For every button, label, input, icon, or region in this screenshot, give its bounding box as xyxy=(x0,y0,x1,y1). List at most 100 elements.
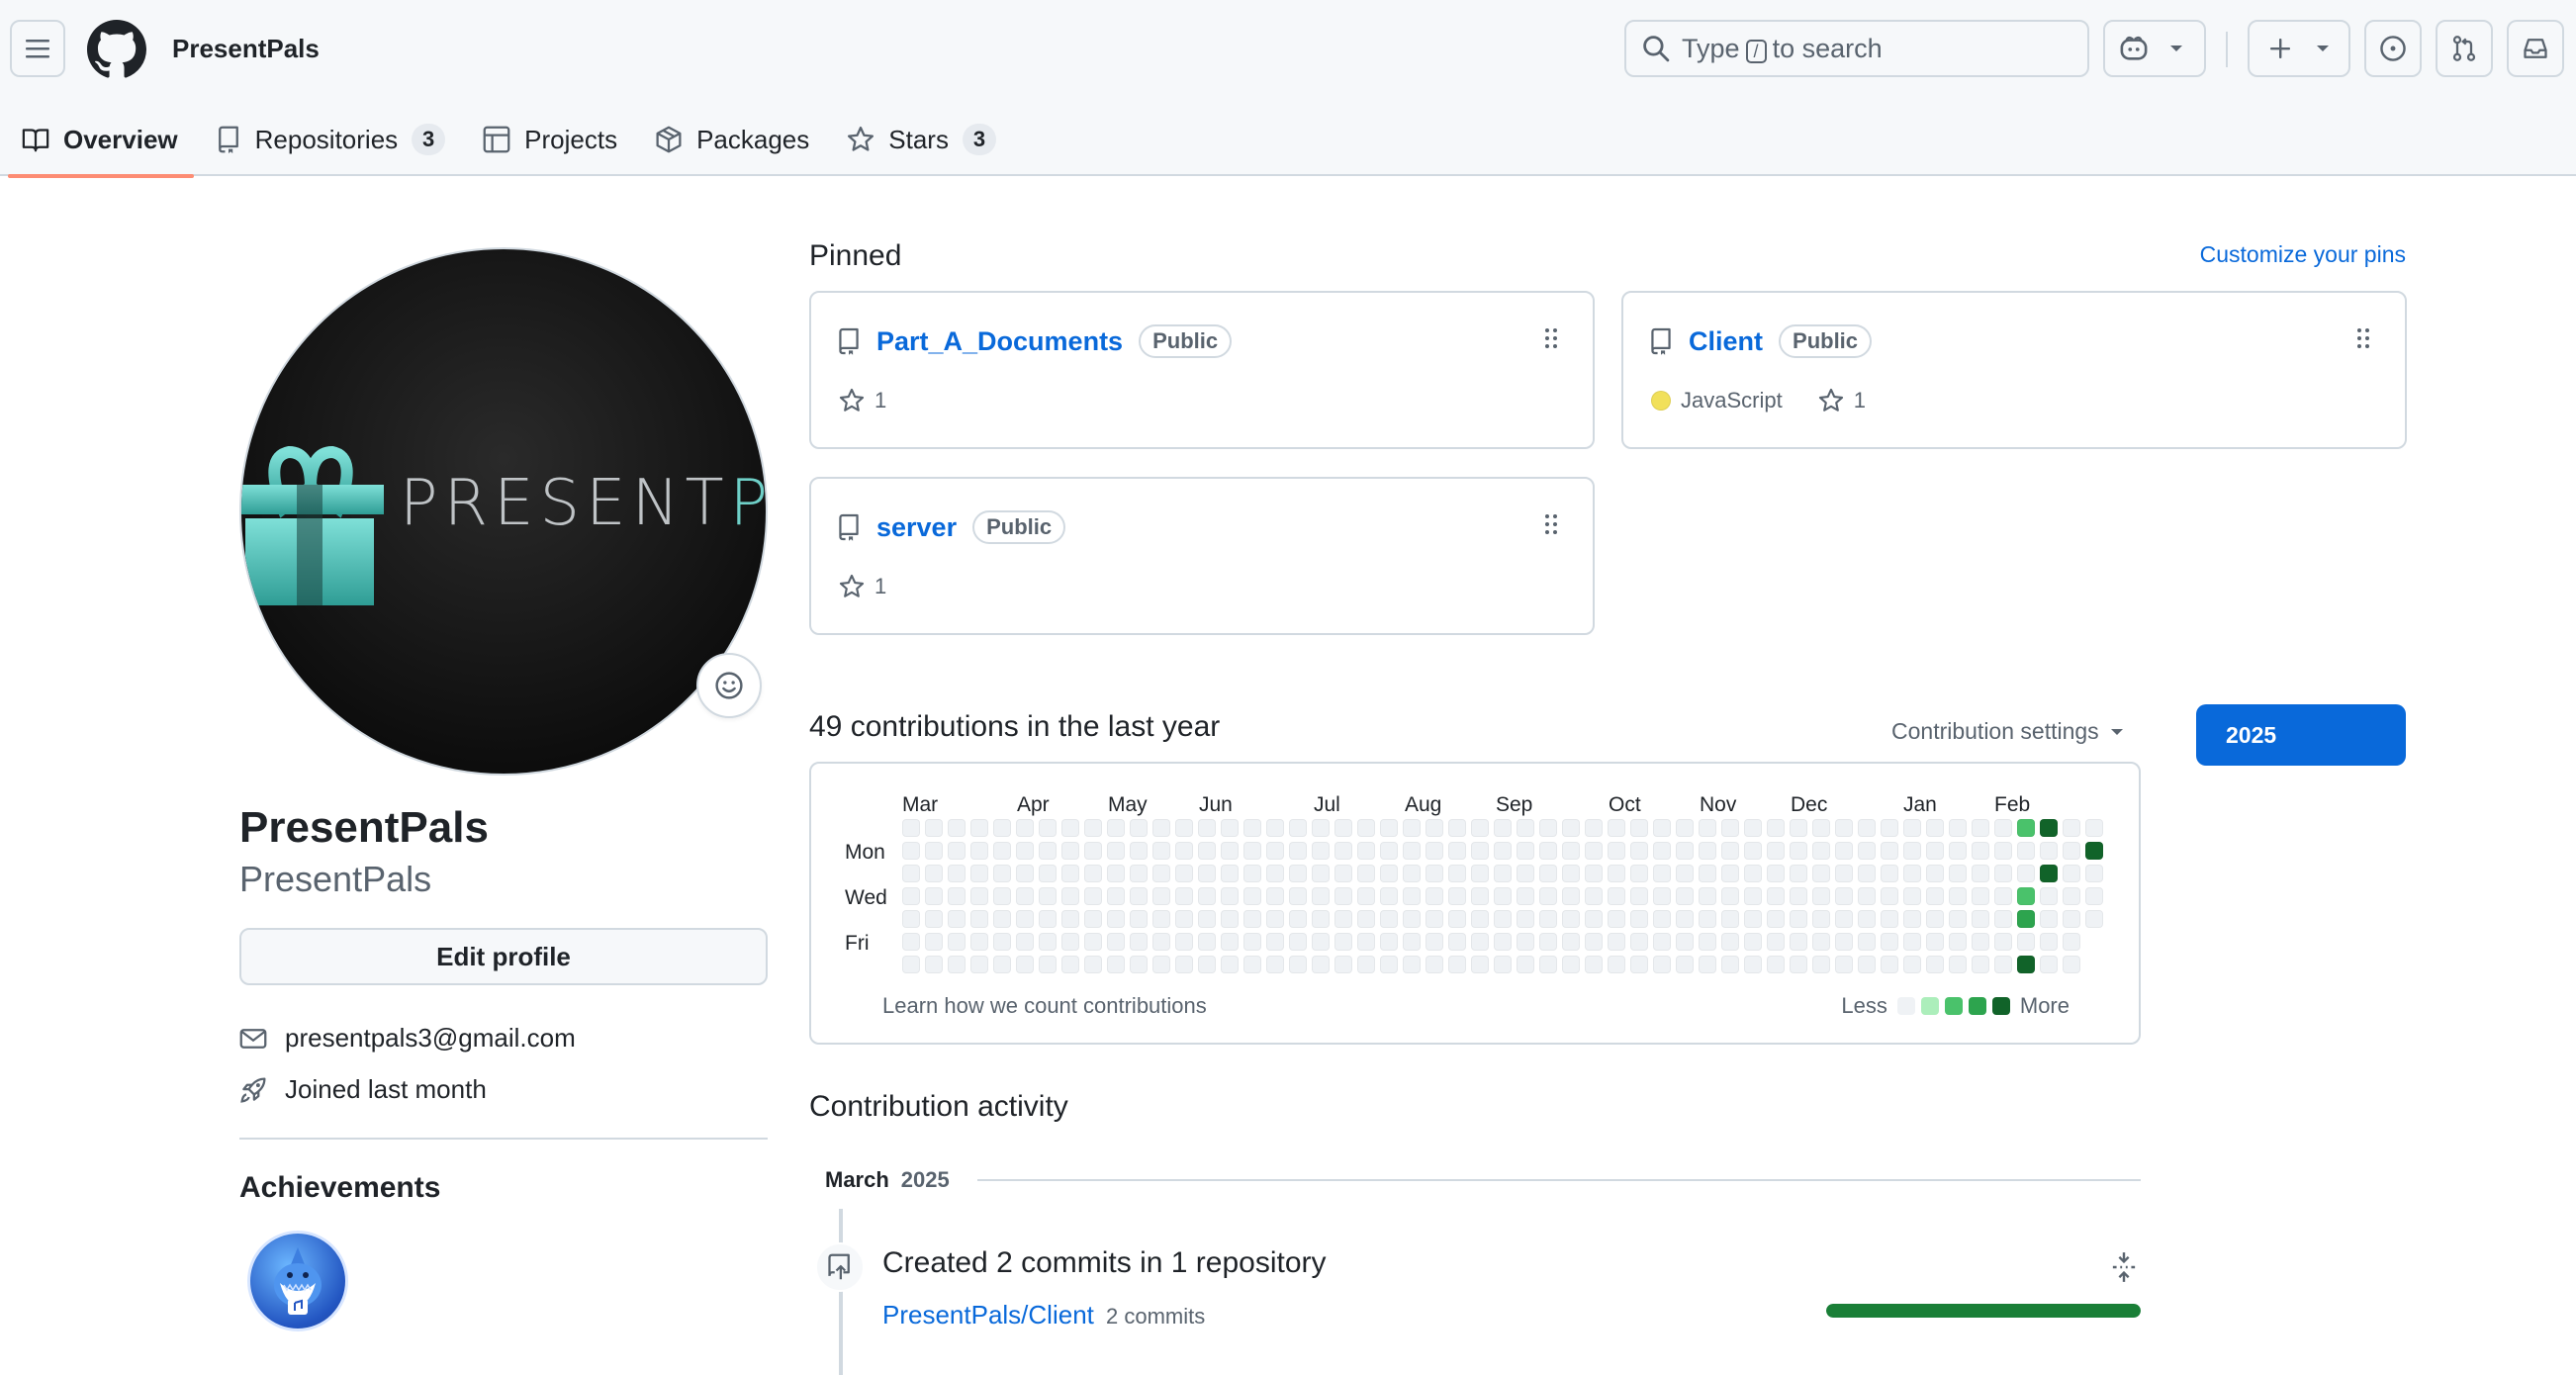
contribution-day-cell[interactable] xyxy=(2040,887,2058,905)
contribution-day-cell[interactable] xyxy=(1926,933,1944,951)
github-logo-icon[interactable] xyxy=(87,20,146,79)
contribution-day-cell[interactable] xyxy=(1630,933,1648,951)
contribution-day-cell[interactable] xyxy=(1812,956,1830,973)
contribution-day-cell[interactable] xyxy=(2017,910,2035,928)
set-status-button[interactable] xyxy=(696,653,762,718)
contribution-day-cell[interactable] xyxy=(1676,887,1694,905)
contribution-day-cell[interactable] xyxy=(1039,887,1057,905)
contribution-day-cell[interactable] xyxy=(1334,933,1352,951)
contribution-day-cell[interactable] xyxy=(1107,910,1125,928)
contribution-day-cell[interactable] xyxy=(1380,933,1398,951)
contribution-day-cell[interactable] xyxy=(1175,842,1193,860)
contribution-day-cell[interactable] xyxy=(1903,956,1921,973)
contribution-day-cell[interactable] xyxy=(1312,933,1330,951)
contribution-day-cell[interactable] xyxy=(1494,842,1512,860)
contribution-day-cell[interactable] xyxy=(1175,887,1193,905)
contribution-day-cell[interactable] xyxy=(2017,842,2035,860)
contribution-day-cell[interactable] xyxy=(970,933,988,951)
contribution-day-cell[interactable] xyxy=(970,842,988,860)
contribution-day-cell[interactable] xyxy=(1084,910,1102,928)
contribution-day-cell[interactable] xyxy=(1972,819,1989,837)
contribution-day-cell[interactable] xyxy=(1539,910,1557,928)
contribution-day-cell[interactable] xyxy=(1699,956,1716,973)
contribution-day-cell[interactable] xyxy=(1403,842,1421,860)
contribution-day-cell[interactable] xyxy=(1676,933,1694,951)
contribution-day-cell[interactable] xyxy=(1471,887,1489,905)
contribution-day-cell[interactable] xyxy=(993,933,1011,951)
contribution-day-cell[interactable] xyxy=(1653,819,1671,837)
contribution-day-cell[interactable] xyxy=(1152,865,1170,882)
year-2025-button[interactable]: 2025 xyxy=(2196,704,2406,766)
contribution-day-cell[interactable] xyxy=(1812,887,1830,905)
contribution-day-cell[interactable] xyxy=(925,842,943,860)
contribution-day-cell[interactable] xyxy=(948,956,966,973)
contribution-day-cell[interactable] xyxy=(1403,819,1421,837)
contribution-day-cell[interactable] xyxy=(1653,933,1671,951)
contribution-day-cell[interactable] xyxy=(1039,956,1057,973)
pull-requests-button[interactable] xyxy=(2436,20,2493,77)
contribution-day-cell[interactable] xyxy=(2085,910,2103,928)
contribution-day-cell[interactable] xyxy=(1130,865,1148,882)
contribution-day-cell[interactable] xyxy=(1517,933,1534,951)
contribution-day-cell[interactable] xyxy=(1881,910,1898,928)
contribution-day-cell[interactable] xyxy=(2063,842,2080,860)
contribution-day-cell[interactable] xyxy=(1266,842,1284,860)
contribution-day-cell[interactable] xyxy=(2085,887,2103,905)
contribution-day-cell[interactable] xyxy=(1858,819,1876,837)
contribution-day-cell[interactable] xyxy=(1653,956,1671,973)
contribution-day-cell[interactable] xyxy=(1448,865,1466,882)
contribution-day-cell[interactable] xyxy=(1357,910,1375,928)
contribution-day-cell[interactable] xyxy=(1926,887,1944,905)
achievements-title[interactable]: Achievements xyxy=(239,1171,440,1205)
contribution-day-cell[interactable] xyxy=(1767,819,1785,837)
contribution-day-cell[interactable] xyxy=(902,865,920,882)
contribution-day-cell[interactable] xyxy=(1471,819,1489,837)
avatar[interactable]: PRESENTPALS xyxy=(239,247,768,776)
contribution-day-cell[interactable] xyxy=(1084,865,1102,882)
contribution-day-cell[interactable] xyxy=(993,842,1011,860)
contribution-day-cell[interactable] xyxy=(1039,842,1057,860)
inbox-button[interactable] xyxy=(2507,20,2564,77)
contribution-day-cell[interactable] xyxy=(1334,865,1352,882)
contribution-day-cell[interactable] xyxy=(1016,842,1034,860)
learn-contributions-link[interactable]: Learn how we count contributions xyxy=(882,993,1207,1019)
contribution-day-cell[interactable] xyxy=(1517,819,1534,837)
contribution-day-cell[interactable] xyxy=(1198,842,1216,860)
contribution-day-cell[interactable] xyxy=(1198,887,1216,905)
contribution-day-cell[interactable] xyxy=(1767,887,1785,905)
contribution-day-cell[interactable] xyxy=(1471,865,1489,882)
contribution-day-cell[interactable] xyxy=(1334,887,1352,905)
contribution-day-cell[interactable] xyxy=(1130,819,1148,837)
drag-handle-icon[interactable] xyxy=(1543,512,1559,536)
contribution-day-cell[interactable] xyxy=(1539,865,1557,882)
contribution-day-cell[interactable] xyxy=(1608,842,1625,860)
contribution-day-cell[interactable] xyxy=(1061,956,1079,973)
contribution-day-cell[interactable] xyxy=(2085,842,2103,860)
contribution-day-cell[interactable] xyxy=(1266,933,1284,951)
activity-commit-count[interactable]: 2 commits xyxy=(1106,1304,1205,1329)
contribution-day-cell[interactable] xyxy=(1790,933,1807,951)
contribution-day-cell[interactable] xyxy=(1266,887,1284,905)
drag-handle-icon[interactable] xyxy=(2355,326,2371,350)
contribution-day-cell[interactable] xyxy=(1243,865,1261,882)
contribution-day-cell[interactable] xyxy=(1881,956,1898,973)
contribution-day-cell[interactable] xyxy=(1903,819,1921,837)
repo-name-link[interactable]: Part_A_Documents xyxy=(876,326,1123,357)
contribution-day-cell[interactable] xyxy=(1539,887,1557,905)
contribution-day-cell[interactable] xyxy=(1016,933,1034,951)
contribution-day-cell[interactable] xyxy=(2085,865,2103,882)
contribution-day-cell[interactable] xyxy=(902,887,920,905)
contribution-day-cell[interactable] xyxy=(1972,956,1989,973)
contribution-day-cell[interactable] xyxy=(1312,865,1330,882)
contribution-day-cell[interactable] xyxy=(1926,910,1944,928)
contribution-day-cell[interactable] xyxy=(1994,819,2012,837)
contribution-day-cell[interactable] xyxy=(1403,910,1421,928)
contribution-day-cell[interactable] xyxy=(1994,865,2012,882)
contribution-day-cell[interactable] xyxy=(2017,933,2035,951)
contribution-day-cell[interactable] xyxy=(1539,956,1557,973)
drag-handle-icon[interactable] xyxy=(1543,326,1559,350)
contribution-day-cell[interactable] xyxy=(1881,887,1898,905)
contribution-day-cell[interactable] xyxy=(1426,887,1443,905)
contribution-day-cell[interactable] xyxy=(1016,910,1034,928)
tab-packages[interactable]: Packages xyxy=(633,103,825,176)
